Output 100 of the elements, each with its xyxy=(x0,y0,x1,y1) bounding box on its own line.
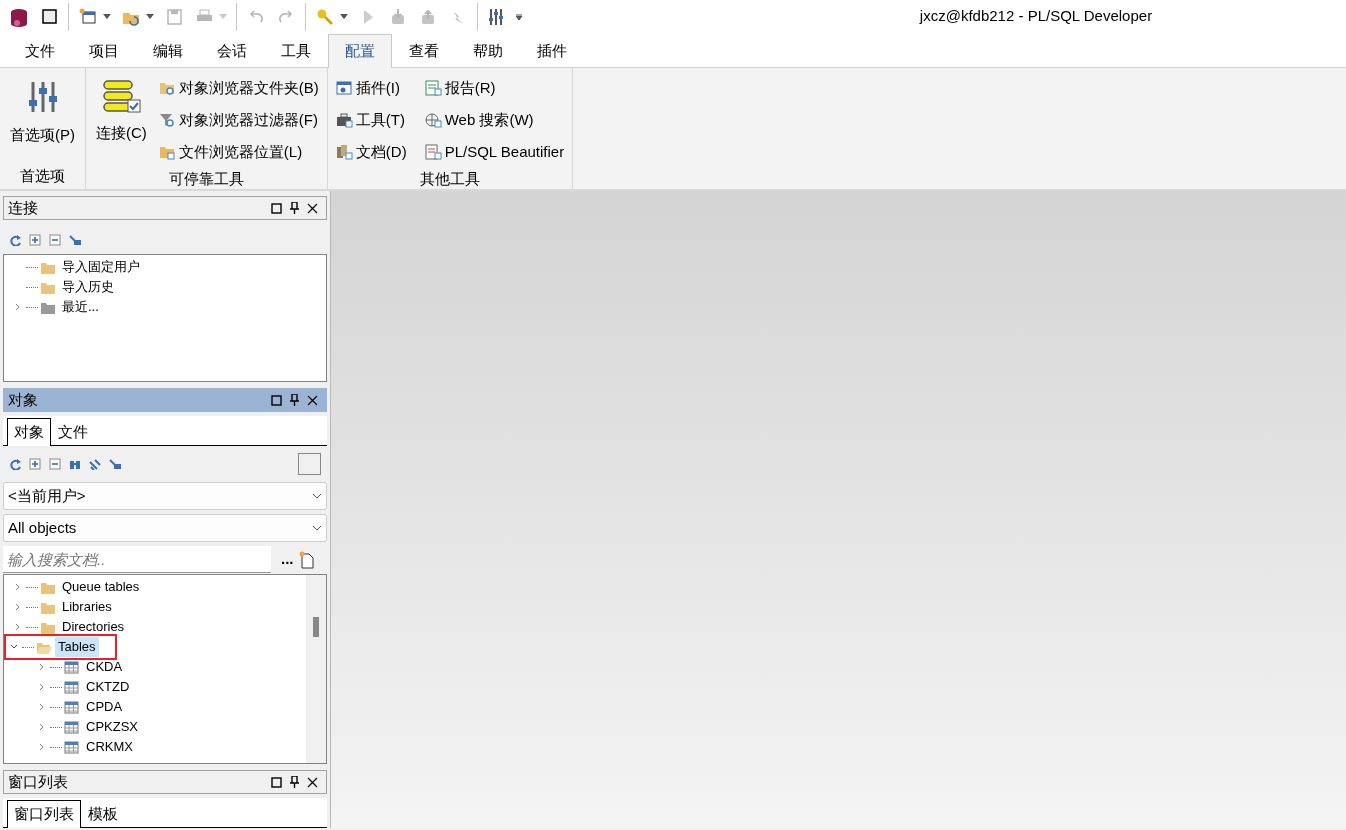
tree-item[interactable]: Libraries xyxy=(59,597,115,617)
pin-icon xyxy=(290,394,299,406)
pane-tab[interactable]: 窗口列表 xyxy=(7,800,81,828)
pin-icon xyxy=(290,776,299,788)
toggle-button[interactable] xyxy=(298,453,321,475)
caret-icon xyxy=(146,14,154,19)
ribbon-button[interactable]: 报告(R) xyxy=(422,72,567,104)
chevron-down-icon[interactable] xyxy=(10,644,18,650)
folder-search-icon xyxy=(158,80,176,96)
ribbon-button[interactable]: 对象浏览器文件夹(B) xyxy=(156,72,321,104)
tree-item[interactable]: CPDA xyxy=(83,697,126,717)
chevron-right-icon[interactable] xyxy=(39,683,45,691)
table-icon xyxy=(64,739,80,755)
tree-item[interactable]: 最近... xyxy=(59,297,102,317)
group-label: 可停靠工具 xyxy=(167,169,245,189)
database-gear-icon xyxy=(9,6,29,27)
ribbon-tab[interactable]: 文件 xyxy=(8,34,72,68)
chevron-down-icon xyxy=(312,525,322,531)
ribbon-button[interactable]: 对象浏览器过滤器(F) xyxy=(156,104,321,136)
refresh-icon xyxy=(9,458,21,470)
square-icon xyxy=(39,6,59,27)
chevron-right-icon[interactable] xyxy=(15,583,21,591)
window-gear-icon xyxy=(335,80,353,96)
tree-item[interactable]: CKTZD xyxy=(83,677,133,697)
tree-item[interactable]: Queue tables xyxy=(59,577,143,597)
toolbox-icon xyxy=(335,112,353,128)
expand-all-icon xyxy=(29,458,41,470)
caret-icon xyxy=(340,14,348,19)
table-icon xyxy=(64,659,80,675)
ribbon-button[interactable]: 插件(I) xyxy=(333,72,409,104)
dropdown-value: All objects xyxy=(8,517,77,538)
collapse-all-icon xyxy=(49,458,61,470)
ribbon-button[interactable]: 文档(D) xyxy=(333,136,409,168)
dropdown[interactable]: All objects xyxy=(3,514,327,542)
tree-item[interactable]: 导入历史 xyxy=(59,277,117,297)
ribbon-button[interactable]: 工具(T) xyxy=(333,104,409,136)
chevron-down-icon xyxy=(312,493,322,499)
ribbon-button[interactable]: 文件浏览器位置(L) xyxy=(156,136,321,168)
more-button[interactable]: ... xyxy=(277,548,298,571)
refresh-icon xyxy=(9,234,21,246)
filter-search-icon xyxy=(158,112,176,128)
ribbon-tab[interactable]: 配置 xyxy=(328,34,392,68)
window-title: jxcz@kfdb212 - PL/SQL Developer xyxy=(918,6,1154,27)
wrench-folder-icon xyxy=(109,458,121,470)
ribbon-button[interactable]: Web 搜索(W) xyxy=(422,104,567,136)
pane-title: 连接 xyxy=(8,197,39,218)
ribbon-button[interactable]: 连接(C) xyxy=(92,72,151,168)
database-check-icon xyxy=(101,78,142,114)
caret-icon xyxy=(515,13,523,20)
tree-item[interactable]: 导入固定用户 xyxy=(59,257,143,277)
wrench-folder-icon xyxy=(69,234,81,246)
save-icon xyxy=(164,6,184,27)
table-icon xyxy=(64,719,80,735)
pane-title: 窗口列表 xyxy=(8,771,69,792)
ribbon-tab[interactable]: 插件 xyxy=(520,34,584,68)
wrench-icon xyxy=(89,458,101,470)
pane-title: 对象 xyxy=(8,389,39,410)
document-list-icon xyxy=(424,144,442,160)
chevron-right-icon[interactable] xyxy=(39,723,45,731)
caret-icon xyxy=(103,14,111,19)
chevron-right-icon[interactable] xyxy=(39,703,45,711)
chevron-right-icon[interactable] xyxy=(15,623,21,631)
chevron-right-icon[interactable] xyxy=(39,743,45,751)
new-window-icon xyxy=(78,6,98,27)
tree-item[interactable]: CKDA xyxy=(83,657,126,677)
search-field[interactable]: 输入搜索文档.. xyxy=(3,546,271,573)
collapse-all-icon xyxy=(49,234,61,246)
ribbon-button[interactable]: 首选项(P) xyxy=(6,72,79,165)
scrollbar-thumb[interactable] xyxy=(313,617,319,637)
ribbon-button[interactable]: PL/SQL Beautifier xyxy=(422,136,567,168)
ribbon-tab[interactable]: 会话 xyxy=(200,34,264,68)
pin-icon xyxy=(290,202,299,214)
chevron-right-icon[interactable] xyxy=(15,303,21,311)
group-label: 首选项 xyxy=(19,166,66,186)
binoculars-icon xyxy=(69,458,81,470)
dropdown[interactable]: <当前用户> xyxy=(3,482,327,510)
ribbon-tab[interactable]: 工具 xyxy=(264,34,328,68)
group-label: 其他工具 xyxy=(419,169,481,189)
globe-icon xyxy=(424,112,442,128)
ribbon-tab[interactable]: 编辑 xyxy=(136,34,200,68)
tree-item[interactable]: Directories xyxy=(59,617,128,637)
square-icon xyxy=(271,776,282,788)
square-icon xyxy=(271,394,282,406)
expand-all-icon xyxy=(29,234,41,246)
square-icon xyxy=(271,202,282,214)
chevron-right-icon[interactable] xyxy=(39,663,45,671)
chevron-right-icon[interactable] xyxy=(15,603,21,611)
table-icon xyxy=(64,679,80,695)
tree-item[interactable]: Tables xyxy=(55,637,99,657)
caret-icon xyxy=(219,14,227,19)
dropdown-value: <当前用户> xyxy=(8,485,86,506)
close-icon xyxy=(307,202,318,214)
tree-item[interactable]: CRKMX xyxy=(83,737,136,757)
ribbon-tab[interactable]: 帮助 xyxy=(456,34,520,68)
tree-item[interactable]: CPKZSX xyxy=(83,717,141,737)
documents-icon xyxy=(335,144,353,160)
pane-tab[interactable]: 对象 xyxy=(7,418,51,446)
ribbon-tab[interactable]: 查看 xyxy=(392,34,456,68)
close-icon xyxy=(307,776,318,788)
ribbon-tab[interactable]: 项目 xyxy=(72,34,136,68)
